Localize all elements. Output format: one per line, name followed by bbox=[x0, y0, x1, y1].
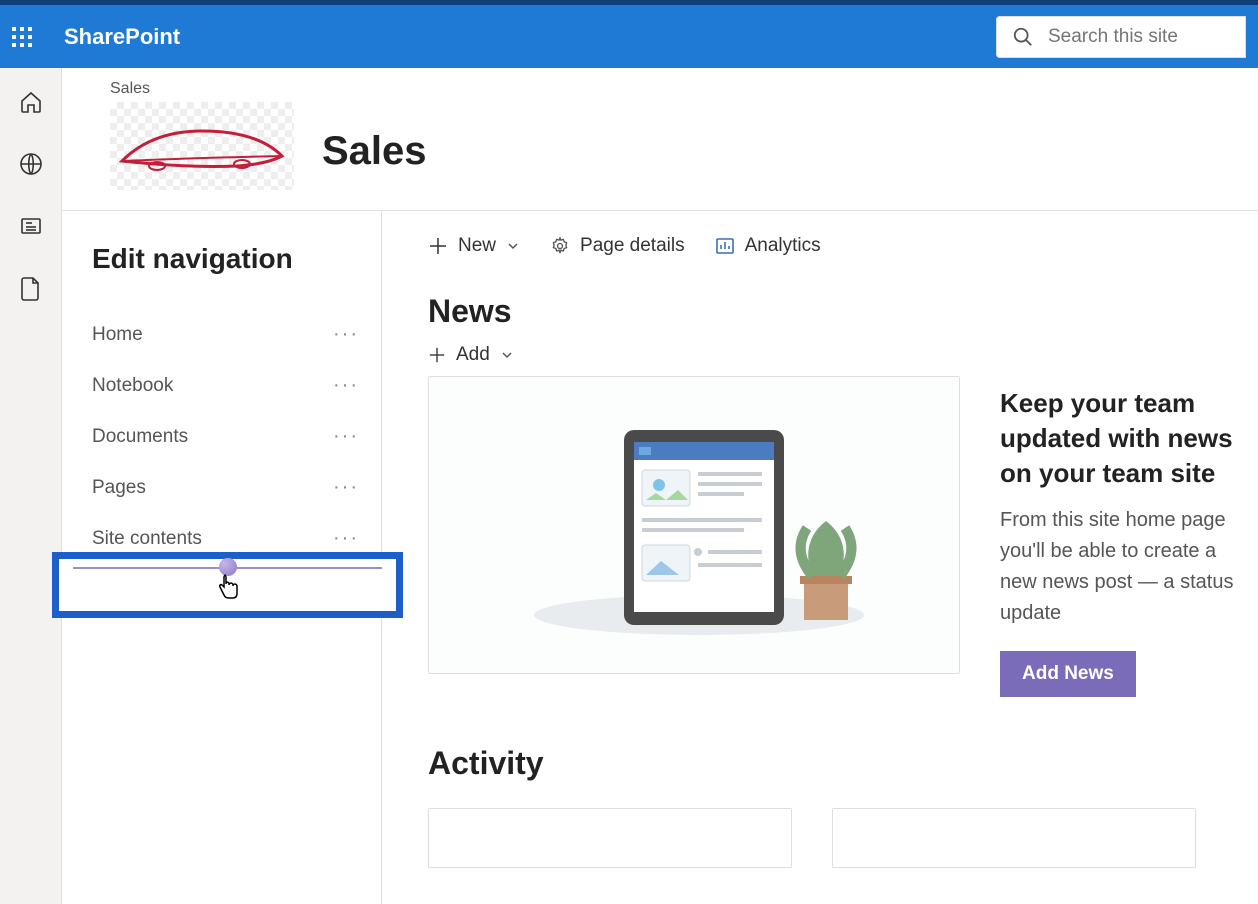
news-add-label: Add bbox=[456, 344, 490, 366]
news-section-title: News bbox=[428, 293, 1258, 330]
nav-item-notebook[interactable]: Notebook ··· bbox=[92, 360, 363, 411]
nav-item-site-contents[interactable]: Site contents ··· bbox=[92, 513, 363, 552]
nav-item-label: Home bbox=[92, 324, 143, 346]
activity-section-title: Activity bbox=[428, 745, 1258, 782]
nav-item-documents[interactable]: Documents ··· bbox=[92, 411, 363, 462]
brand-label[interactable]: SharePoint bbox=[64, 24, 180, 50]
news-add-button[interactable]: Add bbox=[428, 344, 1258, 366]
edit-navigation-panel: Edit navigation Home ··· Notebook ··· Do… bbox=[62, 211, 382, 904]
nav-drop-target[interactable] bbox=[52, 552, 403, 618]
site-breadcrumb[interactable]: Sales bbox=[110, 80, 294, 98]
suite-header: SharePoint bbox=[0, 5, 1258, 68]
news-icon[interactable] bbox=[19, 214, 43, 238]
more-icon[interactable]: ··· bbox=[333, 425, 359, 448]
nav-item-label: Site contents bbox=[92, 528, 202, 550]
activity-cards bbox=[428, 808, 1258, 868]
site-header: Sales Sales bbox=[62, 68, 1258, 211]
cursor-pointer-icon bbox=[216, 573, 240, 608]
chevron-down-icon bbox=[506, 239, 520, 253]
search-input[interactable] bbox=[1048, 26, 1230, 48]
new-button[interactable]: New bbox=[428, 235, 520, 257]
file-icon[interactable] bbox=[20, 276, 42, 302]
more-icon[interactable]: ··· bbox=[333, 476, 359, 499]
app-launcher-icon[interactable] bbox=[12, 27, 32, 47]
news-illustration bbox=[514, 400, 874, 650]
new-label: New bbox=[458, 235, 496, 257]
search-box[interactable] bbox=[996, 16, 1246, 58]
command-bar: New Page details Analytics bbox=[428, 235, 1258, 257]
more-icon[interactable]: ··· bbox=[333, 527, 359, 550]
nav-panel-title: Edit navigation bbox=[92, 243, 363, 275]
news-promo-description: From this site home page you'll be able … bbox=[1000, 505, 1258, 629]
nav-item-label: Documents bbox=[92, 426, 188, 448]
analytics-button[interactable]: Analytics bbox=[715, 235, 821, 257]
news-promo-heading: Keep your team updated with news on your… bbox=[1000, 386, 1258, 491]
activity-card[interactable] bbox=[832, 808, 1196, 868]
nav-item-label: Pages bbox=[92, 477, 146, 499]
app-bar bbox=[0, 68, 62, 904]
site-logo[interactable] bbox=[110, 102, 294, 190]
plus-icon bbox=[428, 236, 448, 256]
site-title: Sales bbox=[322, 129, 427, 190]
plus-icon bbox=[428, 346, 446, 364]
analytics-label: Analytics bbox=[745, 235, 821, 257]
activity-card[interactable] bbox=[428, 808, 792, 868]
nav-item-label: Notebook bbox=[92, 375, 173, 397]
gear-icon bbox=[550, 236, 570, 256]
page-details-label: Page details bbox=[580, 235, 685, 257]
chevron-down-icon bbox=[500, 348, 514, 362]
globe-icon[interactable] bbox=[19, 152, 43, 176]
search-icon bbox=[1012, 26, 1034, 48]
nav-item-pages[interactable]: Pages ··· bbox=[92, 462, 363, 513]
analytics-icon bbox=[715, 236, 735, 256]
home-icon[interactable] bbox=[19, 90, 43, 114]
more-icon[interactable]: ··· bbox=[333, 374, 359, 397]
add-news-button[interactable]: Add News bbox=[1000, 651, 1136, 697]
page-details-button[interactable]: Page details bbox=[550, 235, 685, 257]
more-icon[interactable]: ··· bbox=[333, 323, 359, 346]
page-canvas: New Page details Analytics News Ad bbox=[382, 211, 1258, 904]
nav-item-home[interactable]: Home ··· bbox=[92, 309, 363, 360]
news-teaching-card bbox=[428, 376, 960, 674]
